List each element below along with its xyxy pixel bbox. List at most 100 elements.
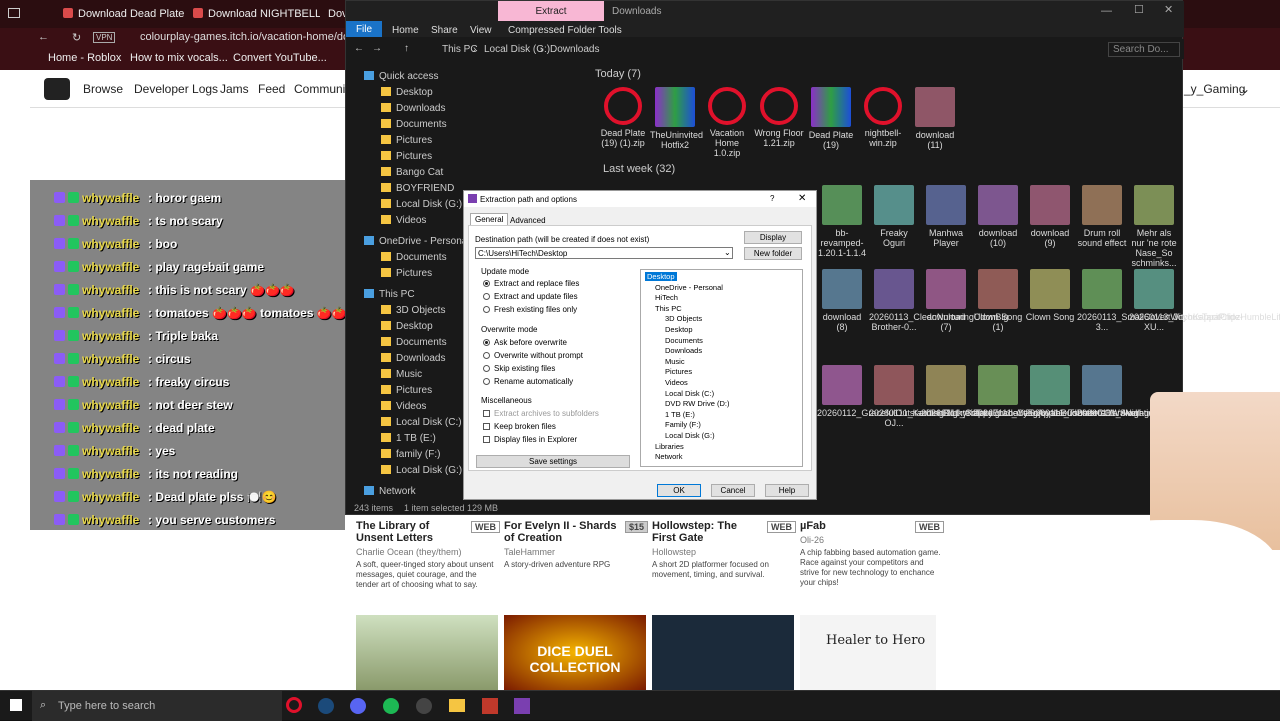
bookmark-vocals[interactable]: How to mix vocals... xyxy=(130,52,228,64)
spotify-taskbar-icon[interactable] xyxy=(383,698,399,714)
file-item[interactable]: Wrong Floor 1.21.zip xyxy=(754,87,804,148)
nav-community[interactable]: Communit xyxy=(294,82,349,96)
chat-username[interactable]: whywaffle xyxy=(82,283,139,297)
folder-taskbar-icon[interactable] xyxy=(449,699,465,712)
chat-username[interactable]: whywaffle xyxy=(82,421,139,435)
nav-item[interactable]: Documents xyxy=(381,337,447,353)
game-thumbnail[interactable] xyxy=(652,615,794,690)
nav-item[interactable]: Local Disk (G:) xyxy=(381,465,462,481)
file-item[interactable]: download (11) xyxy=(910,87,960,150)
nav-feed[interactable]: Feed xyxy=(258,82,285,96)
help-icon[interactable]: ? xyxy=(770,194,774,203)
file-item[interactable]: nightbell-win.zip xyxy=(858,87,908,148)
file-item[interactable]: 20260111_CyEnjoyableLobsterGOWSkulli-... xyxy=(973,365,1152,418)
nav-item[interactable]: Quick access xyxy=(364,71,438,87)
file-item[interactable]: 20260111_CrackyEnchantingAppleBudBlast-.… xyxy=(921,365,1107,418)
nav-item[interactable]: 3D Objects xyxy=(381,305,445,321)
nav-item[interactable]: 1 TB (E:) xyxy=(381,433,436,449)
tree-node[interactable]: Music xyxy=(665,357,685,366)
nav-item[interactable]: OneDrive - Personal xyxy=(364,236,470,252)
tree-node[interactable]: Desktop xyxy=(665,325,693,334)
nav-item[interactable]: Music xyxy=(381,369,422,385)
tree-node[interactable]: OneDrive - Personal xyxy=(655,283,723,292)
forward-icon[interactable]: → xyxy=(372,43,382,54)
ok-button[interactable]: OK xyxy=(657,484,701,497)
close-icon[interactable]: ✕ xyxy=(798,193,806,204)
misc-checkbox[interactable]: Extract archives to subfolders xyxy=(483,409,599,418)
back-arrow-icon[interactable]: ← xyxy=(38,31,49,43)
file-item[interactable]: download (7) xyxy=(921,269,971,332)
ribbon-tab-compressed[interactable]: Compressed Folder Tools xyxy=(508,25,622,36)
file-item[interactable]: download (8) xyxy=(817,269,867,332)
tree-node[interactable]: Libraries xyxy=(655,442,684,451)
nav-jams[interactable]: Jams xyxy=(220,82,249,96)
tree-node[interactable]: 1 TB (E:) xyxy=(665,410,695,419)
nav-item[interactable]: This PC xyxy=(364,289,415,305)
display-button[interactable]: Display xyxy=(744,231,802,244)
game-card-4[interactable]: µFab WEB Oli-26 A chip fabbing based aut… xyxy=(800,520,944,588)
save-settings-button[interactable]: Save settings xyxy=(476,455,630,468)
file-item[interactable]: Dead Plate (19) xyxy=(806,87,856,150)
file-item[interactable]: bb-revamped-1.20.1-1.1.4 xyxy=(817,185,867,258)
nav-item[interactable]: Videos xyxy=(381,215,426,231)
overwrite-mode-radio[interactable]: Skip existing files xyxy=(483,364,555,373)
chevron-down-icon[interactable]: ⌄ xyxy=(1240,82,1250,96)
chat-username[interactable]: whywaffle xyxy=(82,398,139,412)
nav-item[interactable]: Pictures xyxy=(381,135,432,151)
nav-item[interactable]: Pictures xyxy=(381,385,432,401)
nav-item[interactable]: Network xyxy=(364,486,416,502)
chat-username[interactable]: whywaffle xyxy=(82,237,139,251)
file-item[interactable]: Manhwa Player xyxy=(921,185,971,248)
nav-item[interactable]: Downloads xyxy=(381,353,445,369)
file-item[interactable]: Clown Song (1) xyxy=(973,269,1023,332)
chat-username[interactable]: whywaffle xyxy=(82,490,139,504)
user-menu[interactable]: _y_Gaming xyxy=(1184,82,1245,96)
game-thumbnail[interactable]: Healer to Hero xyxy=(800,615,936,690)
game-author[interactable]: Oli-26 xyxy=(800,535,944,545)
game-title[interactable]: For Evelyn II - Shards of Creation xyxy=(504,520,619,544)
chat-username[interactable]: whywaffle xyxy=(82,375,139,389)
tree-node[interactable]: Pictures xyxy=(665,367,692,376)
bookmark-roblox[interactable]: Home - Roblox xyxy=(48,52,121,64)
tree-node[interactable]: Videos xyxy=(665,378,688,387)
file-item[interactable]: Freaky Oguri xyxy=(869,185,919,248)
nav-item[interactable]: BOYFRIEND xyxy=(381,183,454,199)
game-thumbnail[interactable] xyxy=(356,615,498,690)
game-author[interactable]: Charlie Ocean (they/them) xyxy=(356,547,500,557)
chat-username[interactable]: whywaffle xyxy=(82,467,139,481)
nav-item[interactable]: Local Disk (G:) xyxy=(381,199,462,215)
nav-item[interactable]: Pictures xyxy=(381,151,432,167)
help-button[interactable]: Help xyxy=(765,484,809,497)
nav-item[interactable]: family (F:) xyxy=(381,449,440,465)
tree-node[interactable]: DVD RW Drive (D:) xyxy=(665,399,729,408)
nav-item[interactable]: Desktop xyxy=(381,321,433,337)
update-mode-radio[interactable]: Extract and update files xyxy=(483,292,578,301)
ribbon-tab-view[interactable]: View xyxy=(470,25,492,36)
tree-node[interactable]: Network xyxy=(655,452,683,461)
breadcrumb-downloads[interactable]: Downloads xyxy=(550,44,599,55)
nav-item[interactable]: Documents xyxy=(381,119,447,135)
winrar-taskbar-icon[interactable] xyxy=(514,698,530,714)
dropdown-arrow-icon[interactable]: ⌄ xyxy=(724,248,731,257)
app-taskbar-icon[interactable] xyxy=(482,698,498,714)
vpn-badge[interactable]: VPN xyxy=(93,32,116,43)
tree-node[interactable]: HiTech xyxy=(655,293,678,302)
chat-username[interactable]: whywaffle xyxy=(82,513,139,527)
game-author[interactable]: Hollowstep xyxy=(652,547,796,557)
tab-list-icon[interactable] xyxy=(8,8,20,18)
close-icon[interactable]: ✕ xyxy=(1164,3,1173,16)
tree-node[interactable]: Local Disk (C:) xyxy=(665,389,714,398)
file-item[interactable]: Dead Plate (19) (1).zip xyxy=(598,87,648,148)
discord-taskbar-icon[interactable] xyxy=(350,698,366,714)
up-icon[interactable]: ↑ xyxy=(404,43,409,54)
game-title[interactable]: The Library of Unsent Letters xyxy=(356,520,466,544)
tree-node[interactable]: Family (F:) xyxy=(665,420,701,429)
opera-taskbar-icon[interactable] xyxy=(286,697,302,713)
dest-path-input[interactable]: C:\Users\HiTech\Desktop xyxy=(475,247,733,259)
game-card-2[interactable]: For Evelyn II - Shards of Creation $15 T… xyxy=(504,520,648,570)
file-item[interactable]: 20260113_JoyousTacitClipzHumbleLife-XU..… xyxy=(1129,269,1280,332)
game-thumbnail[interactable]: DICE DUEL COLLECTION xyxy=(504,615,646,690)
windows-start-icon[interactable] xyxy=(10,699,22,711)
tree-node[interactable]: This PC xyxy=(655,304,682,313)
extract-context-tab[interactable]: Extract xyxy=(498,1,604,21)
